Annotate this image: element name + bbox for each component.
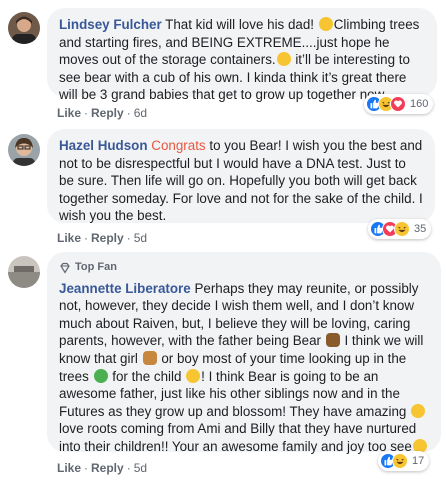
separator: ·: [84, 231, 89, 245]
comment-actions: Like · Reply · 5d: [57, 461, 147, 475]
comment-text: for the child: [108, 368, 186, 384]
comment-actions: Like · Reply · 5d: [57, 231, 147, 245]
congrats-highlight: Congrats: [151, 138, 206, 153]
separator: ·: [84, 461, 89, 475]
rofl-emoji-icon: [276, 52, 291, 67]
baby-emoji-icon: [186, 368, 201, 383]
like-link[interactable]: Like: [57, 231, 81, 245]
comment-author[interactable]: Jeannette Liberatore: [59, 281, 191, 296]
separator: ·: [84, 106, 89, 120]
like-link[interactable]: Like: [57, 106, 81, 120]
comment-actions: Like · Reply · 6d: [57, 106, 147, 120]
like-link[interactable]: Like: [57, 461, 81, 475]
top-fan-label: Top Fan: [75, 261, 117, 273]
reaction-summary[interactable]: 35: [368, 219, 432, 239]
comment-bubble: Lindsey Fulcher That kid will love his d…: [47, 8, 437, 102]
avatar[interactable]: [8, 256, 40, 288]
reaction-count: 17: [412, 455, 425, 467]
bear-emoji-icon: [325, 333, 340, 348]
reaction-summary[interactable]: 160: [364, 94, 434, 114]
love-icon: [390, 96, 406, 112]
bear-emoji-icon: [142, 350, 157, 365]
avatar[interactable]: [8, 12, 40, 44]
comment-time[interactable]: 6d: [134, 106, 147, 120]
reaction-count: 35: [414, 223, 427, 235]
reaction-summary[interactable]: 17: [378, 451, 430, 471]
comment-time[interactable]: 5d: [134, 231, 147, 245]
reply-link[interactable]: Reply: [91, 461, 124, 475]
haha-icon: [394, 221, 410, 237]
separator: ·: [126, 231, 131, 245]
comment-text: That kid will love his dad!: [161, 17, 318, 32]
top-fan-badge: Top Fan: [59, 259, 429, 277]
haha-icon: [392, 453, 408, 469]
laughing-emoji-icon: [318, 17, 333, 31]
comment-time[interactable]: 5d: [134, 461, 147, 475]
comment-bubble: Top Fan Jeannette Liberatore Perhaps the…: [47, 252, 441, 454]
separator: ·: [126, 461, 131, 475]
comment-bubble: Hazel Hudson Congrats to you Bear! I wis…: [47, 129, 435, 223]
reaction-count: 160: [410, 98, 429, 110]
reply-link[interactable]: Reply: [91, 106, 124, 120]
reply-link[interactable]: Reply: [91, 231, 124, 245]
smiling-emoji-icon: [411, 403, 426, 418]
avatar[interactable]: [8, 134, 40, 166]
comment-author[interactable]: Hazel Hudson: [59, 138, 148, 153]
tree-emoji-icon: [93, 368, 108, 383]
comment-text: love roots coming from Ami and Billy tha…: [59, 421, 417, 454]
diamond-icon: [60, 262, 70, 274]
comment-author[interactable]: Lindsey Fulcher: [59, 17, 162, 32]
separator: ·: [126, 106, 131, 120]
